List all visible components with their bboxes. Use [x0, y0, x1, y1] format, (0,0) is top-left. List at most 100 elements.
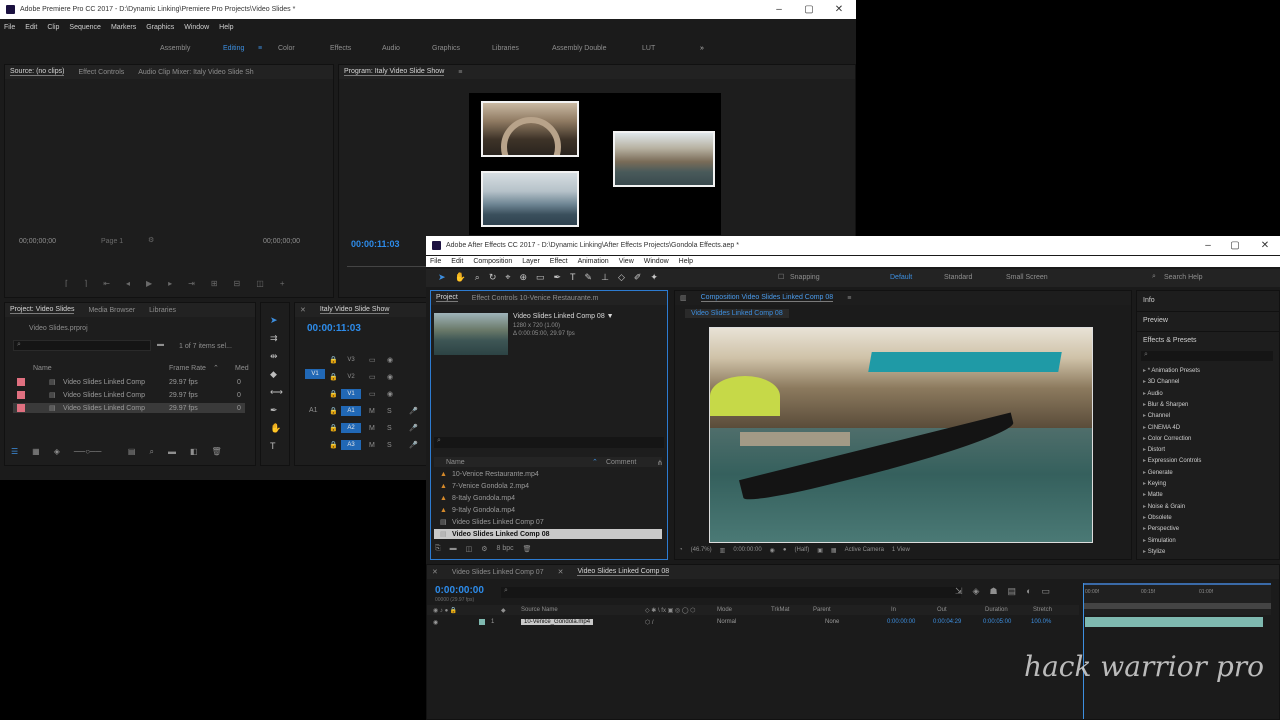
draft-3d-icon[interactable]: ◈ [973, 586, 980, 597]
label-color[interactable] [17, 378, 25, 386]
layer-col-mode[interactable]: Mode [717, 607, 732, 613]
source-fit-select[interactable]: Page 1 [101, 238, 123, 245]
tab-audio-clip-mixer[interactable]: Audio Clip Mixer: Italy Video Slide Sh [138, 69, 253, 76]
transparency-grid-icon[interactable]: ▦ [831, 547, 837, 554]
ae-pen-tool-icon[interactable]: ✒ [554, 272, 562, 283]
comp-subtab[interactable]: Video Slides Linked Comp 08 [685, 309, 789, 318]
insert-icon[interactable]: ⊞ [211, 279, 218, 288]
effect-category[interactable]: Distort [1143, 446, 1165, 453]
workspace-audio[interactable]: Audio [382, 45, 400, 52]
type-tool-icon[interactable]: T [270, 441, 276, 451]
viewer-resolution-select[interactable]: (Half) [795, 547, 810, 554]
new-comp-icon[interactable]: ◫ [466, 545, 473, 553]
workspace-assembly-double[interactable]: Assembly Double [552, 45, 606, 52]
composition-mini-flowchart-icon[interactable]: ⇲ [955, 586, 963, 597]
tab-program[interactable]: Program: Italy Video Slide Show [344, 68, 445, 76]
razor-tool-icon[interactable]: ◆ [270, 369, 277, 380]
overwrite-icon[interactable]: ⊟ [234, 279, 241, 288]
track-target[interactable]: V1 [341, 389, 361, 399]
ae-col-name[interactable]: Name [446, 459, 465, 466]
ae-mask-tool-icon[interactable]: ▭ [536, 272, 545, 283]
effect-category[interactable]: Noise & Grain [1143, 503, 1185, 510]
viewer-view-select[interactable]: 1 View [892, 547, 910, 554]
ae-flowchart-icon[interactable]: ⋔ [657, 459, 663, 467]
ae-menu-help[interactable]: Help [679, 258, 693, 265]
new-folder-icon[interactable]: ▬ [450, 545, 457, 553]
viewer-timecode[interactable]: 0:00:00:00 [733, 547, 761, 554]
layer-row[interactable]: ◉ 1 10-Venice_Gondola.mp4 ⬡ / Normal Non… [427, 617, 1079, 627]
ae-eraser-tool-icon[interactable]: ◇ [618, 272, 625, 283]
ae-pan-behind-icon[interactable]: ⊕ [519, 272, 527, 283]
project-item[interactable]: ▤ Video Slides Linked Comp 29.97 fps 0 [13, 390, 245, 400]
track-target[interactable]: A1 [341, 406, 361, 416]
effect-category[interactable]: Blur & Sharpen [1143, 401, 1189, 408]
maximize-icon[interactable]: ▢ [802, 4, 816, 15]
menu-edit[interactable]: Edit [25, 24, 37, 31]
label-color[interactable] [17, 391, 25, 399]
track-visibility-icon[interactable]: S [387, 425, 392, 432]
timeline-close-tab-icon[interactable]: ✕ [432, 568, 438, 576]
track-toggle-icon[interactable]: M [369, 442, 375, 449]
track-voice-icon[interactable]: 🎤 [409, 407, 418, 415]
ae-workspace-default[interactable]: Default [890, 274, 912, 281]
track-toggle-icon[interactable]: M [369, 425, 375, 432]
mark-out-icon[interactable]: ⌉ [84, 279, 87, 288]
layer-col-trkmat[interactable]: TrkMat [771, 607, 789, 613]
icon-view-icon[interactable]: ▦ [32, 447, 40, 457]
ae-rotate-tool-icon[interactable]: ↻ [489, 272, 497, 283]
ae-clone-tool-icon[interactable]: ⊥ [601, 272, 609, 283]
track-voice-icon[interactable]: 🎤 [409, 424, 418, 432]
track-lock-icon[interactable]: 🔒 [329, 390, 338, 398]
effect-category[interactable]: Generate [1143, 469, 1173, 476]
timeline-search-input[interactable]: ⌕ [501, 587, 961, 598]
search-help-input[interactable]: Search Help [1164, 274, 1203, 281]
track-header[interactable]: 🔒 V3 ▭ ◉ [325, 353, 425, 367]
frame-blending-icon[interactable]: ▤ [1008, 586, 1017, 597]
interpret-footage-icon[interactable]: ⎘ [435, 545, 441, 553]
preview-panel-header[interactable]: Preview [1143, 317, 1168, 324]
track-lock-icon[interactable]: 🔒 [329, 356, 338, 364]
layer-stretch[interactable]: 100.0% [1031, 619, 1051, 625]
menu-window[interactable]: Window [184, 24, 209, 31]
info-panel-header[interactable]: Info [1143, 297, 1155, 304]
always-preview-icon[interactable]: ◔ [679, 547, 683, 554]
track-toggle-icon[interactable]: M [369, 408, 375, 415]
layer-duration[interactable]: 0:00:05:00 [983, 619, 1011, 625]
settings-icon[interactable]: ⚙ [481, 545, 487, 553]
layer-label-color[interactable] [479, 619, 485, 625]
ae-menu-view[interactable]: View [619, 258, 634, 265]
timeline-close-tab-2-icon[interactable]: ✕ [558, 568, 564, 576]
track-voice-icon[interactable]: 🎤 [409, 441, 418, 449]
ae-zoom-tool-icon[interactable]: ⌕ [475, 272, 480, 283]
ae-close-icon[interactable]: ✕ [1258, 240, 1272, 251]
snapshot-icon[interactable]: ◉ [770, 547, 775, 554]
ae-workspace-standard[interactable]: Standard [944, 274, 972, 281]
ae-col-comment[interactable]: Comment [606, 459, 636, 466]
layer-col-parent[interactable]: Parent [813, 607, 831, 613]
layer-visibility-icon[interactable]: ◉ [433, 619, 438, 626]
new-bin-icon[interactable]: ▬ [157, 341, 164, 348]
go-to-in-icon[interactable]: ⇤ [103, 279, 110, 288]
roi-icon[interactable]: ▣ [817, 547, 823, 554]
ae-delete-icon[interactable]: 🗑 [523, 545, 532, 553]
track-toggle-icon[interactable]: ▭ [369, 390, 376, 398]
label-color[interactable] [17, 404, 25, 412]
ae-menu-window[interactable]: Window [644, 258, 669, 265]
slip-tool-icon[interactable]: ⟷ [270, 387, 283, 398]
ae-menu-composition[interactable]: Composition [473, 258, 512, 265]
ae-project-item[interactable]: ▲ 9-Italy Gondola.mp4 [434, 505, 662, 515]
layer-switches[interactable]: ⬡ / [645, 619, 654, 626]
ae-menu-animation[interactable]: Animation [578, 258, 609, 265]
track-target[interactable]: A3 [341, 440, 361, 450]
ae-menu-effect[interactable]: Effect [550, 258, 568, 265]
ae-camera-tool-icon[interactable]: ⌖ [505, 272, 510, 283]
workspace-lut[interactable]: LUT [642, 45, 655, 52]
track-target[interactable]: V2 [341, 372, 361, 382]
sort-icon[interactable]: ⌃ [213, 364, 219, 372]
layer-col-in[interactable]: In [891, 607, 896, 613]
effect-category[interactable]: Perspective [1143, 525, 1179, 532]
layer-mode-select[interactable]: Normal [717, 619, 736, 625]
workspace-more-icon[interactable]: » [700, 45, 704, 52]
ae-hand-tool-icon[interactable]: ✋ [455, 272, 466, 283]
effect-category[interactable]: Channel [1143, 412, 1170, 419]
